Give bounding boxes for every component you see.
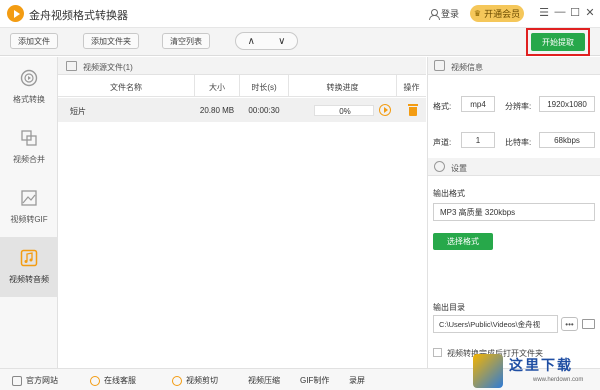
- online-support-link[interactable]: 在线客服: [90, 375, 136, 386]
- bitrate-label: 比特率:: [505, 138, 532, 147]
- watermark-logo-icon: [473, 354, 503, 388]
- file-list-title: 视频源文件(1): [83, 63, 133, 72]
- column-header-progress: 转换进度: [326, 83, 359, 92]
- output-dir-label: 输出目录: [433, 303, 465, 312]
- column-header-duration: 时长(s): [251, 83, 277, 92]
- file-list-panel: 视频源文件(1) 文件名称 大小 时长(s) 转换进度 操作 短片 20.80 …: [58, 57, 426, 368]
- official-site-label: 官方网站: [26, 376, 58, 385]
- table-row[interactable]: 短片 20.80 MB 00:00:30 0%: [58, 98, 426, 122]
- merge-icon: [21, 130, 37, 146]
- app-title: 金舟视频格式转换器: [29, 10, 128, 22]
- column-divider: [239, 75, 240, 97]
- video-info-header: 视频信息: [428, 57, 600, 75]
- home-icon: [12, 375, 22, 386]
- app-logo-icon: [7, 5, 24, 22]
- screen-record-label: 录屏: [349, 376, 365, 385]
- watermark-text: 这里下载: [509, 358, 573, 374]
- sidebar-item-label: 视频转音频: [9, 275, 49, 284]
- channel-value: 1: [461, 132, 495, 148]
- move-down-button[interactable]: ∨: [267, 33, 298, 49]
- support-icon: [90, 375, 100, 386]
- column-divider: [194, 75, 195, 97]
- column-divider: [288, 75, 289, 97]
- sidebar: 格式转换 视频合并 视频转GIF 视频转音频: [0, 57, 58, 368]
- video-info-title: 视频信息: [451, 63, 483, 72]
- play-circle-icon: [20, 69, 38, 87]
- close-icon[interactable]: ✕: [583, 5, 597, 19]
- move-up-button[interactable]: ∧: [236, 33, 267, 49]
- gif-make-label: GIF制作: [300, 376, 330, 385]
- settings-title: 设置: [451, 164, 467, 173]
- start-extract-highlight: 开始提取: [526, 28, 590, 56]
- file-list-header: 视频源文件(1): [58, 57, 426, 75]
- sidebar-item-format-convert[interactable]: 格式转换: [0, 57, 58, 117]
- settings-header: 设置: [428, 158, 600, 176]
- output-format-field[interactable]: MP3 高质量 320kbps: [433, 203, 595, 221]
- resolution-value: 1920x1080: [539, 96, 595, 112]
- sidebar-item-video-to-gif[interactable]: 视频转GIF: [0, 177, 58, 237]
- open-folder-checkbox[interactable]: [433, 348, 442, 357]
- progress-bar: 0%: [314, 105, 374, 116]
- output-dir-field[interactable]: C:\Users\Public\Videos\金舟视: [433, 315, 558, 333]
- sidebar-item-label: 视频转GIF: [10, 215, 48, 224]
- column-header-size: 大小: [209, 83, 225, 92]
- folder-icon: [66, 61, 77, 71]
- move-arrows: ∧ ∨: [235, 32, 298, 50]
- scissors-icon: [172, 375, 182, 386]
- video-compress-label: 视频压缩: [248, 376, 280, 385]
- image-icon: [21, 190, 37, 206]
- format-value: mp4: [461, 96, 495, 112]
- trash-icon[interactable]: [408, 104, 418, 116]
- choose-format-button[interactable]: 选择格式: [433, 233, 493, 250]
- sidebar-item-video-merge[interactable]: 视频合并: [0, 117, 58, 177]
- add-folder-button[interactable]: 添加文件夹: [83, 33, 139, 49]
- column-header-actions: 操作: [403, 83, 420, 92]
- title-bar: 金舟视频格式转换器 登录 ♛ 开通会员 ☰ — ☐ ✕: [0, 0, 600, 28]
- online-support-label: 在线客服: [104, 376, 136, 385]
- output-format-label: 输出格式: [433, 189, 465, 198]
- crown-icon: ♛: [473, 9, 482, 18]
- add-file-button[interactable]: 添加文件: [10, 33, 58, 49]
- open-folder-icon[interactable]: [582, 319, 595, 329]
- sidebar-item-label: 视频合并: [13, 155, 45, 164]
- format-label: 格式:: [433, 102, 452, 111]
- progress-text: 0%: [339, 107, 351, 116]
- column-divider: [396, 75, 397, 97]
- music-note-icon: [20, 249, 38, 267]
- login-label: 登录: [441, 9, 460, 19]
- clear-list-button[interactable]: 清空列表: [162, 33, 210, 49]
- minimize-icon[interactable]: —: [553, 5, 567, 19]
- screen-record-link[interactable]: 录屏: [349, 375, 365, 386]
- official-site-link[interactable]: 官方网站: [12, 375, 58, 386]
- menu-icon[interactable]: ☰: [537, 5, 551, 19]
- watermark-url: www.herdown.com: [533, 377, 584, 383]
- watermark: 这里下载 www.herdown.com: [473, 352, 600, 390]
- toolbar: 添加文件 添加文件夹 清空列表 ∧ ∨: [0, 28, 600, 56]
- channel-label: 声道:: [433, 138, 452, 147]
- file-duration-cell: 00:00:30: [248, 106, 280, 115]
- vip-button[interactable]: ♛ 开通会员: [470, 5, 524, 22]
- gif-make-link[interactable]: GIF制作: [300, 375, 329, 386]
- video-cut-label: 视频剪切: [186, 376, 218, 385]
- table-header: 文件名称 大小 时长(s) 转换进度 操作: [58, 75, 426, 97]
- maximize-icon[interactable]: ☐: [568, 5, 582, 19]
- sidebar-item-label: 格式转换: [13, 95, 45, 104]
- file-size-cell: 20.80 MB: [199, 106, 235, 115]
- video-compress-link[interactable]: 视频压缩: [248, 375, 280, 386]
- gear-icon: [434, 161, 445, 172]
- file-name-cell: 短片: [70, 107, 86, 116]
- user-icon: [429, 8, 440, 20]
- start-extract-button[interactable]: 开始提取: [531, 33, 585, 51]
- resolution-label: 分辨率:: [505, 102, 532, 111]
- play-icon[interactable]: [379, 104, 391, 116]
- bitrate-value: 68kbps: [539, 132, 595, 148]
- right-panel: 视频信息 格式: mp4 分辨率: 1920x1080 声道: 1 比特率: 6…: [427, 57, 600, 368]
- video-cut-link[interactable]: 视频剪切: [172, 375, 218, 386]
- sidebar-item-video-to-audio[interactable]: 视频转音频: [0, 237, 58, 297]
- browse-button[interactable]: •••: [561, 317, 578, 331]
- vip-label: 开通会员: [484, 9, 521, 19]
- video-info-icon: [434, 60, 445, 71]
- column-header-name: 文件名称: [110, 83, 142, 92]
- login-button[interactable]: 登录: [429, 7, 459, 20]
